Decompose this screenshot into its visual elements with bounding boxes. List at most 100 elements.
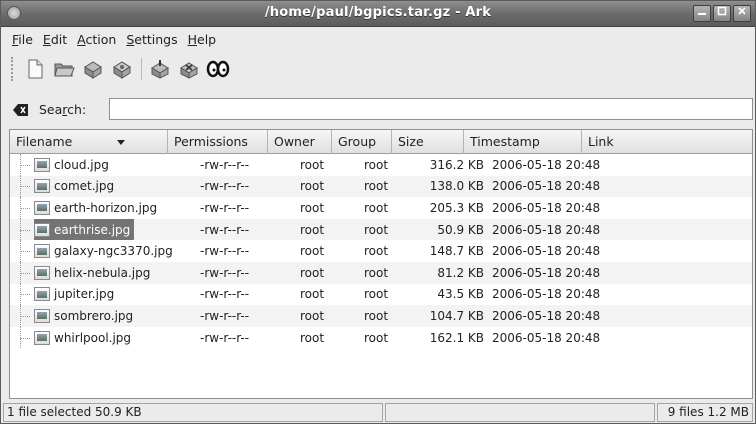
column-header-permissions[interactable]: Permissions [168,130,268,154]
new-archive-button[interactable] [23,57,47,81]
table-row[interactable]: helix-nebula.jpg -rw-r--r-- root root 81.2 K… [10,261,752,284]
timestamp-cell: 2006-05-18 20:48 [492,244,601,259]
permissions-cell: -rw-r--r-- [200,157,250,172]
table-row[interactable]: cloud.jpg -rw-r--r-- root root 316.2 KB 2006-… [10,154,752,176]
image-file-icon [34,222,50,237]
add-folder-button[interactable] [110,57,134,81]
owner-cell: root [300,179,325,194]
table-row[interactable]: earth-horizon.jpg -rw-r--r-- root root 205.3… [10,197,752,219]
extract-button[interactable] [148,57,172,81]
menu-help[interactable]: Help [183,32,222,47]
add-files-button[interactable] [81,57,105,81]
filename-cell[interactable]: sombrero.jpg [10,305,194,327]
maximize-button[interactable] [713,5,731,22]
filename-wrap: whirlpool.jpg [34,327,135,349]
filename-wrap: helix-nebula.jpg [34,262,154,284]
image-file-icon [34,287,50,302]
filename-cell[interactable]: helix-nebula.jpg [10,261,194,284]
image-file-icon [34,308,50,323]
owner-cell: root [300,265,325,280]
search-input[interactable] [109,98,753,120]
filename-wrap: galaxy-ngc3370.jpg [34,240,177,262]
close-button[interactable] [733,5,751,22]
window-controls [693,5,751,22]
filename-cell[interactable]: cloud.jpg [10,154,194,176]
table-row[interactable]: galaxy-ngc3370.jpg -rw-r--r-- root root 148.… [10,240,752,262]
delete-button[interactable] [177,57,201,81]
filename-cell[interactable]: whirlpool.jpg [10,326,194,349]
menu-settings[interactable]: Settings [121,32,182,47]
table-row[interactable]: whirlpool.jpg -rw-r--r-- root root 162.1 KB 2… [10,326,752,349]
owner-cell: root [300,308,325,323]
file-list[interactable]: Filename Permissions Owner Group Size Ti… [9,129,753,399]
filename-cell[interactable]: comet.jpg [10,175,194,198]
image-file-icon [34,265,50,280]
tree-branch [20,207,30,209]
table-row[interactable]: jupiter.jpg -rw-r--r-- root root 43.5 KB 2006… [10,283,752,306]
filename-cell[interactable]: jupiter.jpg [10,283,194,306]
size-cell: 50.9 KB [437,222,484,237]
search-label-pre: Sea [39,102,63,117]
filename-cell[interactable]: earthrise.jpg [10,218,194,241]
open-archive-button[interactable] [52,57,76,81]
menu-edit-label: dit [50,31,68,47]
permissions-cell: -rw-r--r-- [200,200,250,215]
menu-bar: File Edit Action Settings Help [1,28,755,50]
filename-text: earthrise.jpg [54,222,131,237]
size-cell: 81.2 KB [437,265,484,280]
filename-wrap: earth-horizon.jpg [34,197,161,219]
column-header-filename-label: Filename [16,134,73,149]
filename-wrap: earthrise.jpg [34,218,135,241]
table-row[interactable]: comet.jpg -rw-r--r-- root root 138.0 KB 2006-… [10,175,752,198]
permissions-cell: -rw-r--r-- [200,330,250,345]
image-file-icon [34,157,50,172]
status-middle [385,403,655,422]
column-header-link[interactable]: Link [582,130,752,154]
minimize-button[interactable] [693,5,711,22]
filename-cell[interactable]: galaxy-ngc3370.jpg [10,240,194,262]
timestamp-cell: 2006-05-18 20:48 [492,222,601,237]
column-header-group-label: Group [338,134,377,149]
table-row[interactable]: sombrero.jpg -rw-r--r-- root root 104.7 KB 20… [10,305,752,327]
size-cell: 205.3 KB [429,200,484,215]
filename-text: sombrero.jpg [54,308,134,323]
size-cell: 138.0 KB [429,179,484,194]
image-file-icon [34,330,50,345]
column-header-group[interactable]: Group [332,130,392,154]
toolbar-separator [141,58,142,80]
clear-search-icon [13,104,28,116]
window-title: /home/paul/bgpics.tar.gz - Ark [264,5,492,20]
menu-edit[interactable]: Edit [38,32,72,47]
timestamp-cell: 2006-05-18 20:48 [492,308,601,323]
tree-branch [20,186,30,188]
column-header-owner[interactable]: Owner [268,130,332,154]
table-row[interactable]: earthrise.jpg -rw-r--r-- root root 50.9 KB 20… [10,218,752,241]
permissions-cell: -rw-r--r-- [200,265,250,280]
image-file-icon [34,200,50,215]
table-header: Filename Permissions Owner Group Size Ti… [10,130,752,154]
view-button[interactable] [206,57,230,81]
timestamp-cell: 2006-05-18 20:48 [492,330,601,345]
menu-action[interactable]: Action [72,32,121,47]
delete-icon [180,62,198,79]
permissions-cell: -rw-r--r-- [200,222,250,237]
column-header-filename[interactable]: Filename [10,130,168,154]
column-header-timestamp[interactable]: Timestamp [464,130,582,154]
status-selection: 1 file selected 50.9 KB [3,403,383,422]
title-bar[interactable]: /home/paul/bgpics.tar.gz - Ark [1,1,755,27]
owner-cell: root [300,244,325,259]
group-cell: root [364,308,389,323]
search-bar: Search: [1,95,755,125]
filename-wrap: cloud.jpg [34,154,113,176]
clear-search-button[interactable] [13,103,29,117]
filename-cell[interactable]: earth-horizon.jpg [10,197,194,219]
filename-text: helix-nebula.jpg [54,265,151,280]
extract-icon [151,60,169,79]
tree-branch [20,337,30,339]
menu-file[interactable]: File [7,32,38,47]
toolbar-grip[interactable] [11,57,15,81]
filename-text: comet.jpg [54,179,115,194]
column-header-timestamp-label: Timestamp [470,134,540,149]
maximize-icon [717,6,727,16]
column-header-size[interactable]: Size [392,130,464,154]
